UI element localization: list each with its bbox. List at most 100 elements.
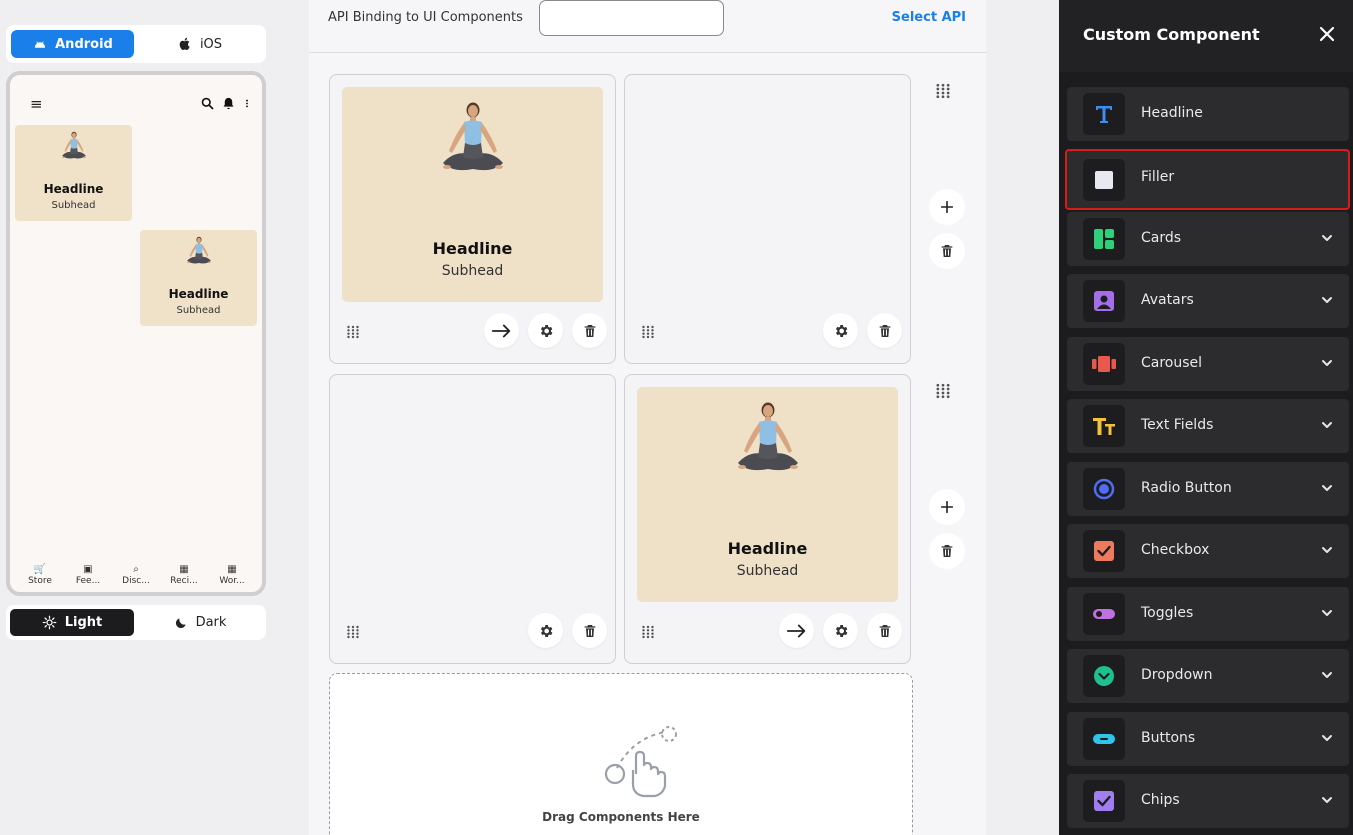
chevron-down-icon[interactable] (1321, 794, 1333, 806)
chevron-down-icon[interactable] (1321, 419, 1333, 431)
delete-button[interactable] (867, 613, 902, 648)
api-binding-input[interactable] (539, 0, 724, 36)
panel-title: Custom Component (1083, 25, 1260, 44)
drag-handle-icon[interactable] (641, 625, 655, 639)
chevron-down-icon[interactable] (1321, 482, 1333, 494)
component-slot[interactable] (329, 374, 616, 664)
nav-label: Reci... (170, 576, 198, 586)
nav-item-workouts[interactable]: ▦ Wor... (209, 563, 255, 586)
panel-header: Custom Component (1059, 0, 1353, 72)
delete-button[interactable] (572, 613, 607, 648)
ios-tab[interactable]: iOS (138, 30, 261, 58)
trash-icon (582, 623, 598, 639)
api-binding-bar: API Binding to UI Components Select API (309, 0, 986, 53)
bell-icon[interactable] (221, 96, 236, 111)
component-label: Headline (1141, 105, 1203, 121)
settings-button[interactable] (528, 613, 563, 648)
component-label: Carousel (1141, 355, 1203, 371)
chevron-down-icon[interactable] (1321, 607, 1333, 619)
gear-icon (538, 623, 554, 639)
component-label: Checkbox (1141, 542, 1210, 558)
preview-card-headline: Headline (43, 182, 104, 196)
component-carousel[interactable]: Carousel (1067, 337, 1349, 391)
component-slot[interactable] (624, 74, 911, 364)
component-toggles[interactable]: Toggles (1067, 587, 1349, 641)
chevron-down-icon[interactable] (1321, 732, 1333, 744)
arrow-right-icon (786, 623, 808, 639)
gear-icon (833, 323, 849, 339)
component-label: Text Fields (1141, 417, 1214, 433)
component-slot[interactable]: Headline Subhead (624, 374, 911, 664)
nav-item-recipes[interactable]: ▦ Reci... (161, 563, 207, 586)
drag-handle-icon[interactable] (641, 325, 655, 339)
dark-theme-button[interactable]: Dark (138, 609, 262, 636)
preview-card[interactable]: Headline Subhead (140, 230, 257, 326)
card-component[interactable]: Headline Subhead (342, 87, 603, 302)
component-chips[interactable]: Chips (1067, 774, 1349, 828)
close-icon[interactable] (1317, 24, 1337, 44)
grid-icon: ▦ (179, 564, 189, 575)
component-headline[interactable]: Headline (1067, 87, 1349, 141)
chevron-down-icon[interactable] (1321, 232, 1333, 244)
radio-icon (1093, 478, 1115, 500)
drag-handle-icon[interactable] (346, 325, 360, 339)
delete-button[interactable] (867, 313, 902, 348)
gear-icon (833, 623, 849, 639)
nav-item-feed[interactable]: ▣ Fee... (65, 563, 111, 586)
component-radio-button[interactable]: Radio Button (1067, 462, 1349, 516)
chevron-down-icon[interactable] (1321, 544, 1333, 556)
platform-toggle: Android iOS (6, 25, 266, 63)
android-tab[interactable]: Android (11, 30, 134, 58)
component-buttons[interactable]: Buttons (1067, 712, 1349, 766)
add-row-button[interactable] (929, 489, 965, 525)
component-avatars[interactable]: Avatars (1067, 274, 1349, 328)
navigate-button[interactable] (484, 313, 519, 348)
filler-icon (1095, 171, 1113, 189)
drag-handle-icon[interactable] (346, 625, 360, 639)
component-slot[interactable]: Headline Subhead (329, 74, 616, 364)
delete-row-button[interactable] (929, 533, 965, 569)
component-filler[interactable]: Filler (1065, 149, 1350, 210)
component-label: Buttons (1141, 730, 1196, 746)
search-icon[interactable] (200, 96, 215, 111)
delete-row-button[interactable] (929, 233, 965, 269)
android-label: Android (55, 36, 113, 52)
checkbox-icon (1094, 541, 1114, 561)
component-checkbox[interactable]: Checkbox (1067, 524, 1349, 578)
yoga-image (184, 236, 214, 268)
sun-icon (42, 615, 57, 630)
nav-label: Disc... (122, 576, 150, 586)
chevron-down-icon[interactable] (1321, 294, 1333, 306)
hamburger-menu-icon[interactable]: ≡ (30, 97, 43, 112)
select-api-link[interactable]: Select API (892, 10, 966, 25)
card-component[interactable]: Headline Subhead (637, 387, 898, 602)
delete-button[interactable] (572, 313, 607, 348)
light-theme-button[interactable]: Light (10, 609, 134, 636)
settings-button[interactable] (823, 613, 858, 648)
settings-button[interactable] (823, 313, 858, 348)
preview-card[interactable]: Headline Subhead (15, 125, 132, 221)
api-binding-label: API Binding to UI Components (328, 10, 523, 25)
custom-component-panel: Custom Component Headline Filler Cards A… (1059, 0, 1353, 835)
text-fields-icon (1093, 418, 1115, 435)
component-cards[interactable]: Cards (1067, 212, 1349, 266)
component-dropdown[interactable]: Dropdown (1067, 649, 1349, 703)
settings-button[interactable] (528, 313, 563, 348)
chevron-down-icon[interactable] (1321, 669, 1333, 681)
plus-icon (939, 499, 955, 515)
add-row-button[interactable] (929, 189, 965, 225)
component-text-fields[interactable]: Text Fields (1067, 399, 1349, 453)
chevron-down-icon[interactable] (1321, 357, 1333, 369)
row-drag-handle-icon[interactable] (935, 383, 951, 399)
component-label: Filler (1141, 169, 1175, 185)
drop-zone[interactable]: Drag Components Here (329, 673, 913, 835)
nav-item-discover[interactable]: ⌕ Disc... (113, 563, 159, 586)
nav-item-store[interactable]: 🛒 Store (17, 563, 63, 586)
component-label: Dropdown (1141, 667, 1213, 683)
phone-bottom-nav: 🛒 Store ▣ Fee... ⌕ Disc... ▦ Reci... ▦ Wor... (10, 563, 262, 586)
navigate-button[interactable] (779, 613, 814, 648)
card-headline: Headline (432, 239, 513, 258)
card-headline: Headline (727, 539, 808, 558)
more-vert-icon[interactable] (242, 96, 252, 111)
row-drag-handle-icon[interactable] (935, 83, 951, 99)
